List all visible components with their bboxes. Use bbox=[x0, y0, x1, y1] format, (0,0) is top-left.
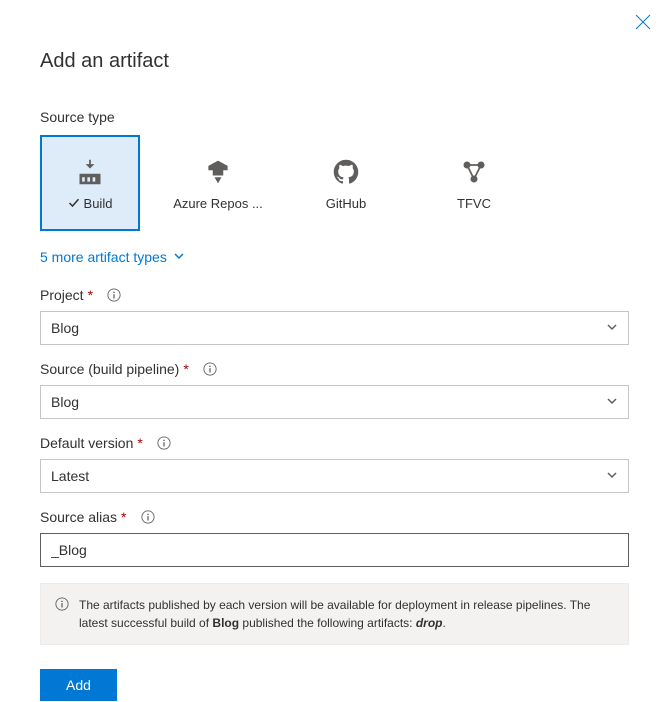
chevron-down-icon bbox=[173, 249, 185, 265]
check-icon bbox=[68, 197, 80, 209]
required-asterisk: * bbox=[121, 509, 126, 525]
build-icon bbox=[74, 156, 106, 188]
tile-github[interactable]: GitHub bbox=[296, 135, 396, 231]
artifacts-info-callout: The artifacts published by each version … bbox=[40, 583, 629, 645]
callout-text: The artifacts published by each version … bbox=[79, 596, 614, 632]
source-pipeline-label: Source (build pipeline) * bbox=[40, 361, 629, 377]
source-type-tiles: Build Azure Repos ... GitHub TFVC bbox=[40, 135, 629, 231]
chevron-down-icon bbox=[606, 468, 618, 484]
default-version-label: Default version * bbox=[40, 435, 629, 451]
tfvc-icon bbox=[458, 156, 490, 188]
required-asterisk: * bbox=[137, 435, 142, 451]
more-artifact-types-link[interactable]: 5 more artifact types bbox=[40, 249, 185, 265]
info-icon[interactable] bbox=[157, 436, 171, 450]
source-pipeline-select[interactable]: Blog bbox=[40, 385, 629, 419]
tile-tfvc-label: TFVC bbox=[457, 196, 491, 211]
tile-azure-repos[interactable]: Azure Repos ... bbox=[168, 135, 268, 231]
source-pipeline-value: Blog bbox=[51, 394, 79, 410]
project-value: Blog bbox=[51, 320, 79, 336]
required-asterisk: * bbox=[88, 287, 93, 303]
tile-github-label: GitHub bbox=[326, 196, 366, 211]
source-alias-label: Source alias * bbox=[40, 509, 629, 525]
project-select[interactable]: Blog bbox=[40, 311, 629, 345]
source-type-label: Source type bbox=[40, 109, 629, 125]
close-icon bbox=[635, 17, 651, 33]
panel-title: Add an artifact bbox=[40, 50, 629, 73]
close-button[interactable] bbox=[635, 14, 651, 30]
info-icon bbox=[55, 597, 69, 611]
source-alias-input[interactable] bbox=[40, 533, 629, 567]
chevron-down-icon bbox=[606, 394, 618, 410]
github-icon bbox=[330, 156, 362, 188]
add-button[interactable]: Add bbox=[40, 669, 117, 701]
default-version-value: Latest bbox=[51, 468, 89, 484]
azure-repos-icon bbox=[202, 156, 234, 188]
tile-build-label: Build bbox=[68, 196, 113, 211]
chevron-down-icon bbox=[606, 320, 618, 336]
default-version-select[interactable]: Latest bbox=[40, 459, 629, 493]
required-asterisk: * bbox=[183, 361, 188, 377]
tile-build[interactable]: Build bbox=[40, 135, 140, 231]
info-icon[interactable] bbox=[203, 362, 217, 376]
project-label: Project * bbox=[40, 287, 629, 303]
tile-tfvc[interactable]: TFVC bbox=[424, 135, 524, 231]
info-icon[interactable] bbox=[141, 510, 155, 524]
info-icon[interactable] bbox=[107, 288, 121, 302]
tile-azure-repos-label: Azure Repos ... bbox=[173, 196, 263, 211]
